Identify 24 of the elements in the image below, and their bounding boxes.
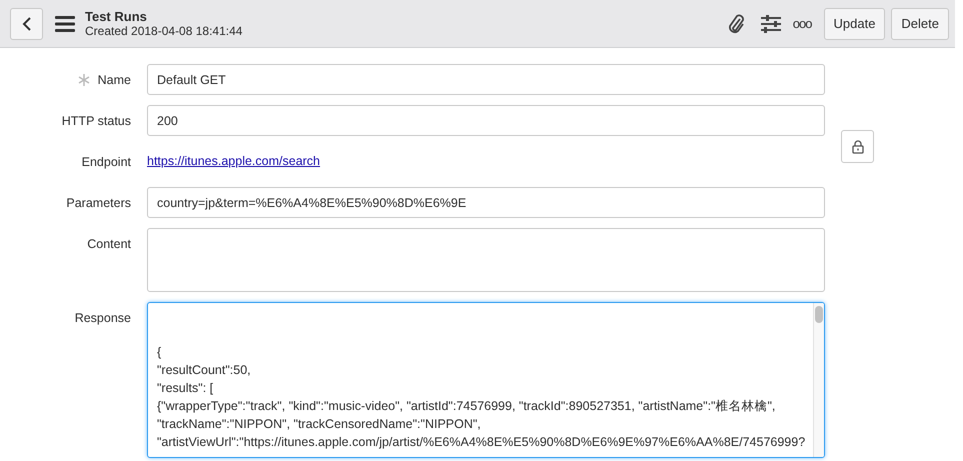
lock-button[interactable]	[841, 130, 874, 163]
more-button[interactable]: ooo	[792, 16, 812, 31]
field-label: HTTP status	[62, 114, 131, 128]
menu-icon[interactable]	[55, 16, 75, 32]
back-button[interactable]	[10, 8, 43, 40]
response-field[interactable]: { "resultCount":50, "results": [ {"wrapperType":"track", "kind":"music-video", "artistId":74576999, "trackId":890527351, "artistName":"椎名林檎", "trackName":"NIPPON", "trackCensoredName":"NIPPON", "artistViewUrl":"https://itunes.apple.com/jp/artist/%E6%A4%8E%E5%90%8D%E6%9E%97%E6%AA%8E/74576999?	[147, 302, 825, 458]
page-title: Test Runs	[85, 8, 148, 24]
input-field[interactable]: Default GET	[147, 64, 825, 95]
created-date: Created 2018-04-08 18:41:44	[85, 24, 242, 38]
sliders-icon[interactable]	[760, 14, 781, 34]
field-label: Parameters	[66, 196, 131, 210]
paperclip-icon[interactable]	[726, 12, 745, 34]
field-label: Endpoint	[82, 154, 131, 168]
endpoint-link[interactable]: https://itunes.apple.com/search	[147, 146, 320, 177]
field-label: Content	[87, 236, 131, 250]
input-field[interactable]: 200	[147, 105, 825, 136]
padlock-icon	[852, 140, 864, 154]
field-label: Response	[74, 310, 131, 324]
scrollbar-thumb[interactable]	[815, 306, 824, 323]
chevron-left-icon	[22, 16, 32, 30]
input-field[interactable]: country=jp&term=%E6%A4%8E%E5%90%8D%E6%9E	[147, 187, 825, 218]
field-label: Name	[98, 72, 131, 86]
delete-button[interactable]: Delete	[891, 8, 949, 40]
update-button[interactable]: Update	[824, 8, 886, 40]
